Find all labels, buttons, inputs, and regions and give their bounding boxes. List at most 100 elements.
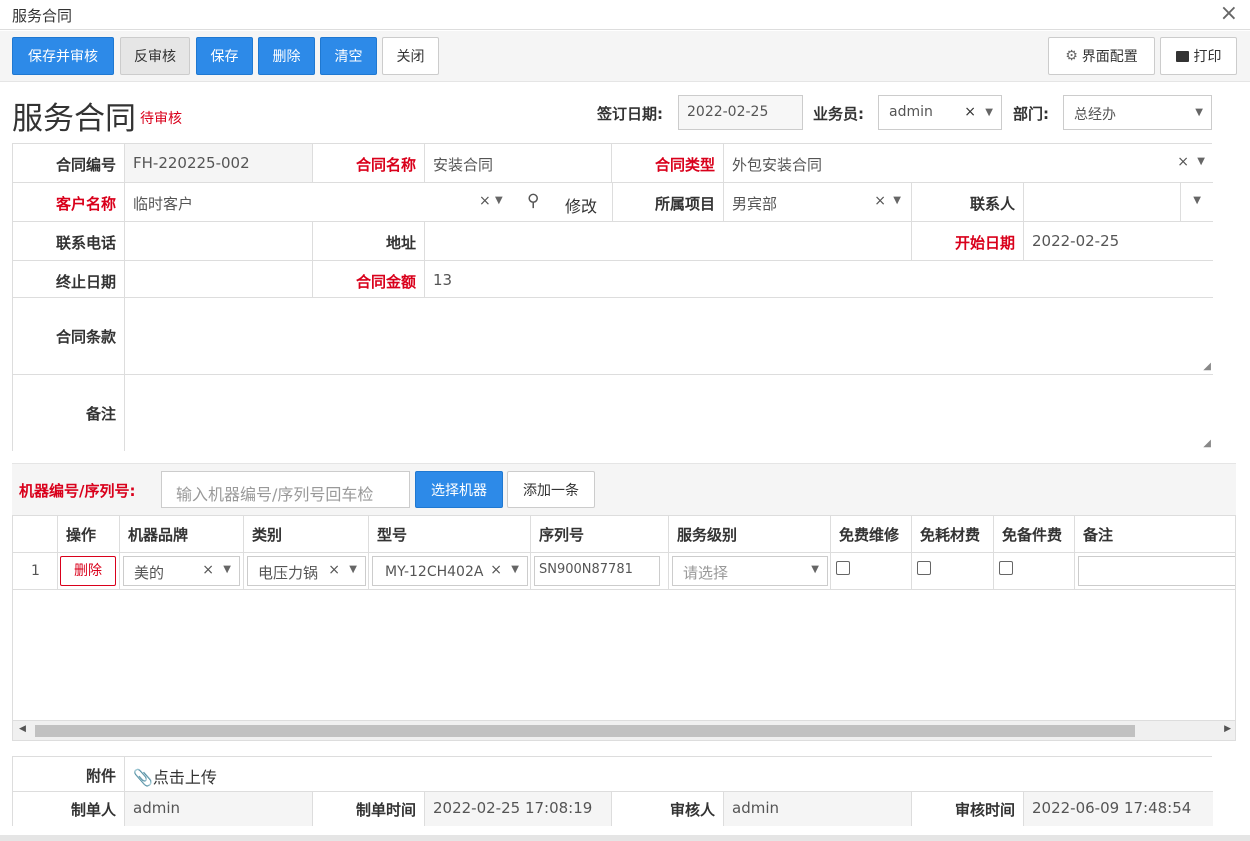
service-level-select[interactable]: 请选择 ▼ [672, 556, 828, 586]
free-repair-checkbox[interactable] [836, 561, 850, 575]
clear-icon[interactable]: × [479, 193, 491, 209]
create-time-label: 制单时间 [313, 792, 425, 826]
terms-label: 合同条款 [13, 298, 125, 375]
toolbar: 保存并审核 反审核 保存 删除 清空 关闭 ⚙ 界面配置 打印 [0, 31, 1250, 82]
window-titlebar: 服务合同 × [0, 0, 1250, 30]
ui-config-label: 界面配置 [1081, 49, 1138, 65]
clear-icon[interactable]: × [202, 562, 214, 578]
scroll-left-icon[interactable]: ◀ [19, 724, 26, 734]
col-free-consumables: 免耗材费 [912, 516, 994, 553]
remark-label: 备注 [13, 375, 125, 451]
ui-config-button[interactable]: ⚙ 界面配置 [1048, 37, 1155, 75]
attachment-label: 附件 [13, 757, 125, 792]
terms-textarea[interactable]: ◢ [125, 298, 1213, 375]
col-free-parts: 免备件费 [994, 516, 1075, 553]
machine-no-label: 机器编号/序列号: [19, 482, 136, 500]
clear-button[interactable]: 清空 [320, 37, 377, 75]
sign-date-input[interactable]: 2022-02-25 [678, 95, 803, 130]
col-brand: 机器品牌 [120, 516, 244, 553]
free-consumables-cell [912, 553, 994, 590]
scrollbar-thumb[interactable] [35, 725, 1135, 737]
chevron-down-icon: ▼ [1197, 156, 1205, 167]
unaudit-button[interactable]: 反审核 [120, 37, 190, 75]
creator-label: 制单人 [13, 792, 125, 826]
save-and-audit-button[interactable]: 保存并审核 [12, 37, 114, 75]
delete-button[interactable]: 删除 [258, 37, 315, 75]
chevron-down-icon: ▼ [811, 564, 819, 575]
free-parts-cell [994, 553, 1075, 590]
machine-toolbar: 机器编号/序列号: 输入机器编号/序列号回车检 选择机器 添加一条 [12, 463, 1236, 515]
scroll-right-icon[interactable]: ▶ [1224, 724, 1231, 734]
project-select[interactable]: 男宾部 × ▼ [724, 183, 912, 222]
clear-icon[interactable]: × [964, 96, 976, 129]
row-index: 1 [13, 553, 58, 590]
clear-icon[interactable]: × [490, 562, 502, 578]
modify-link[interactable]: 修改 [565, 193, 597, 217]
save-button[interactable]: 保存 [196, 37, 253, 75]
col-serial: 序列号 [531, 516, 669, 553]
salesman-value: admin [889, 104, 933, 120]
end-date-label: 终止日期 [13, 261, 125, 298]
clear-icon[interactable]: × [328, 562, 340, 578]
clear-icon[interactable]: × [874, 193, 886, 209]
start-date-label: 开始日期 [912, 222, 1024, 261]
category-value: 电压力锅 [258, 564, 319, 582]
upload-label: 点击上传 [152, 768, 217, 787]
bottom-divider [0, 835, 1250, 841]
start-date-field[interactable]: 2022-02-25 [1024, 222, 1213, 261]
paperclip-icon: 📎 [133, 768, 153, 787]
col-model: 型号 [369, 516, 531, 553]
contact-select[interactable]: ▼ [1024, 183, 1213, 222]
horizontal-scrollbar[interactable]: ◀ ▶ [13, 720, 1235, 740]
contract-type-value: 外包安装合同 [732, 156, 823, 174]
model-select[interactable]: MY-12CH402A × ▼ [372, 556, 528, 586]
serial-cell: SN900N87781 [531, 553, 669, 590]
machine-no-input[interactable]: 输入机器编号/序列号回车检 [161, 471, 410, 508]
phone-field[interactable] [125, 222, 313, 261]
end-date-field[interactable] [125, 261, 313, 298]
category-select[interactable]: 电压力锅 × ▼ [247, 556, 366, 586]
project-label: 所属项目 [613, 183, 724, 222]
close-icon[interactable]: × [1220, 1, 1238, 26]
resize-grip-icon[interactable]: ◢ [1203, 361, 1211, 372]
salesman-select[interactable]: admin × ▼ [878, 95, 1002, 130]
brand-select[interactable]: 美的 × ▼ [123, 556, 240, 586]
contract-no-field: FH-220225-002 [125, 144, 313, 183]
serial-input[interactable]: SN900N87781 [534, 556, 660, 586]
resize-grip-icon[interactable]: ◢ [1203, 438, 1211, 449]
chevron-down-icon: ▼ [893, 195, 901, 206]
free-consumables-checkbox[interactable] [917, 561, 931, 575]
gear-icon: ⚙ [1065, 48, 1078, 64]
model-cell: MY-12CH402A × ▼ [369, 553, 531, 590]
print-button[interactable]: 打印 [1160, 37, 1237, 75]
auditor-value: admin [724, 792, 912, 826]
upload-link[interactable]: 📎点击上传 [125, 757, 1213, 792]
address-field[interactable] [425, 222, 912, 261]
form-footer: 附件 📎点击上传 制单人 admin 制单时间 2022-02-25 17:08… [12, 756, 1213, 826]
free-parts-checkbox[interactable] [999, 561, 1013, 575]
chevron-down-icon: ▼ [1193, 195, 1201, 206]
chevron-down-icon: ▼ [1195, 107, 1203, 118]
contact-label: 联系人 [912, 183, 1024, 222]
add-row-button[interactable]: 添加一条 [507, 471, 595, 508]
col-category: 类别 [244, 516, 369, 553]
col-action: 操作 [58, 516, 120, 553]
row-remark-input[interactable] [1078, 556, 1235, 586]
remark-textarea[interactable]: ◢ [125, 375, 1213, 451]
amount-field[interactable]: 13 [425, 261, 1213, 298]
clear-icon[interactable]: × [1177, 154, 1189, 170]
chevron-down-icon: ▼ [985, 107, 993, 118]
dept-select[interactable]: 总经办 ▼ [1063, 95, 1212, 130]
contract-name-field[interactable]: 安装合同 [425, 144, 612, 183]
amount-label: 合同金额 [313, 261, 425, 298]
customer-select[interactable]: 临时客户 × ▼ ⚲ 修改 [125, 183, 613, 222]
create-time-value: 2022-02-25 17:08:19 [425, 792, 612, 826]
chevron-down-icon: ▼ [495, 195, 503, 206]
contract-type-select[interactable]: 外包安装合同 × ▼ [724, 144, 1213, 183]
select-machine-button[interactable]: 选择机器 [415, 471, 503, 508]
search-icon[interactable]: ⚲ [527, 191, 539, 211]
remark-cell [1075, 553, 1235, 590]
service-level-cell: 请选择 ▼ [669, 553, 831, 590]
close-button[interactable]: 关闭 [382, 37, 439, 75]
delete-row-button[interactable]: 删除 [60, 556, 116, 586]
